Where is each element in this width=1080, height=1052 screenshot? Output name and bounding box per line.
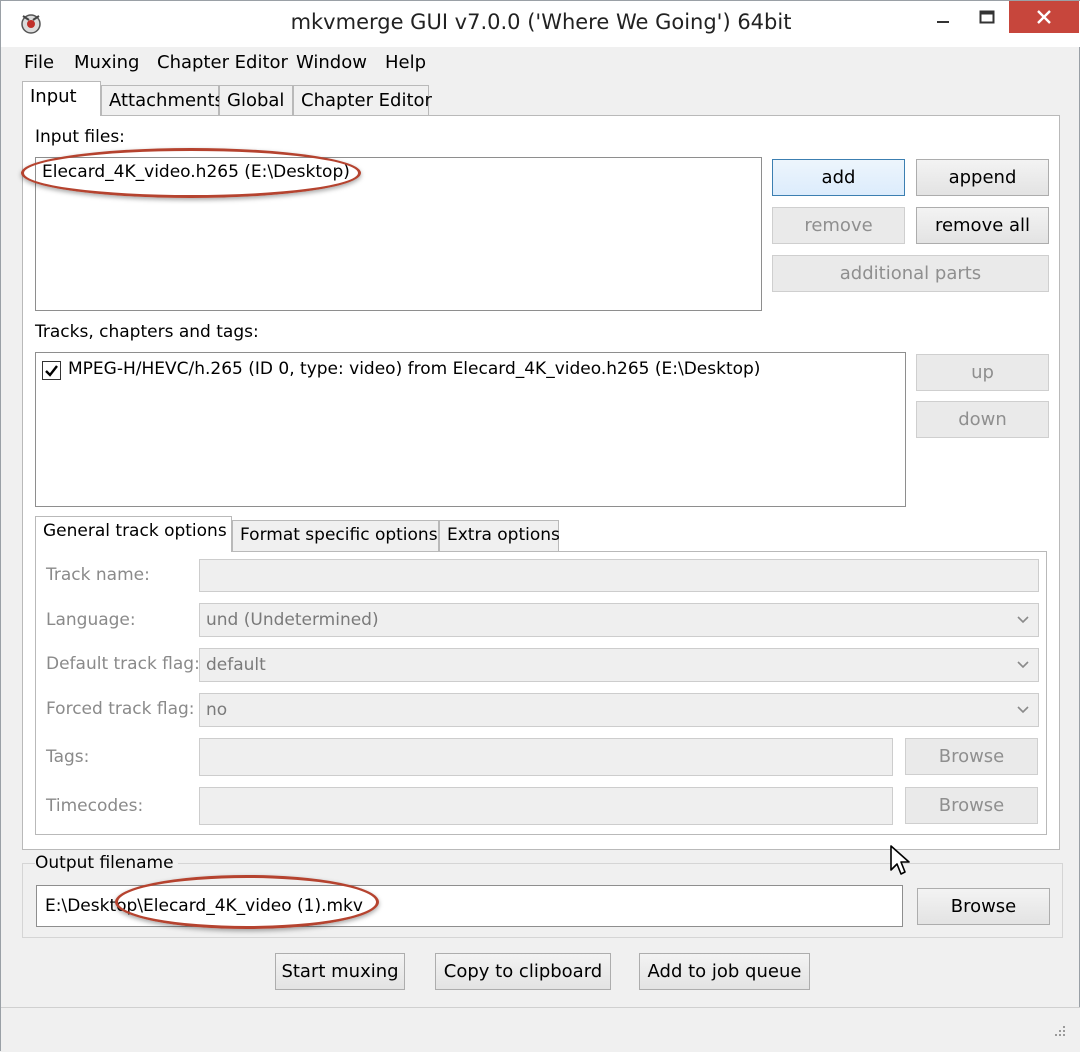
tab-chapter-editor[interactable]: Chapter Editor: [293, 85, 432, 115]
minimize-icon: [936, 10, 950, 24]
tab-extra-options[interactable]: Extra options: [439, 520, 560, 551]
default-track-flag-label: Default track flag:: [46, 654, 200, 674]
input-files-label: Input files:: [35, 127, 125, 147]
main-window: mkvmerge GUI v7.0.0 ('Where We Going') 6…: [0, 0, 1080, 1052]
highlight-circle-output-file: [115, 875, 379, 929]
chevron-down-icon: [1017, 661, 1029, 669]
close-button[interactable]: [1009, 1, 1079, 33]
remove-button[interactable]: remove: [772, 207, 905, 244]
minimize-button[interactable]: [921, 1, 965, 33]
start-muxing-button[interactable]: Start muxing: [275, 953, 405, 990]
add-button[interactable]: add: [772, 159, 905, 196]
timecodes-label: Timecodes:: [46, 796, 144, 816]
tracks-list[interactable]: MPEG-H/HEVC/h.265 (ID 0, type: video) fr…: [35, 352, 906, 507]
tab-global[interactable]: Global: [219, 85, 293, 115]
default-track-flag-value: default: [206, 655, 266, 675]
resize-grip-icon[interactable]: [1049, 1022, 1067, 1040]
forced-track-flag-label: Forced track flag:: [46, 699, 195, 719]
status-bar: [1, 1007, 1080, 1052]
menu-file[interactable]: File: [24, 52, 54, 73]
mouse-cursor-icon: [890, 845, 910, 875]
tab-input[interactable]: Input: [22, 81, 101, 116]
chevron-down-icon: [1017, 706, 1029, 714]
additional-parts-button[interactable]: additional parts: [772, 255, 1049, 292]
output-browse-button[interactable]: Browse: [917, 888, 1050, 925]
tags-browse-button[interactable]: Browse: [905, 738, 1038, 775]
menu-help[interactable]: Help: [385, 52, 426, 73]
default-track-flag-select[interactable]: default: [199, 648, 1039, 682]
track-name-label: Track name:: [46, 565, 150, 585]
append-button[interactable]: append: [916, 159, 1049, 196]
track-checkbox[interactable]: [42, 361, 61, 380]
forced-track-flag-select[interactable]: no: [199, 693, 1039, 727]
menu-muxing[interactable]: Muxing: [74, 52, 139, 73]
down-button[interactable]: down: [916, 401, 1049, 438]
copy-to-clipboard-button[interactable]: Copy to clipboard: [435, 953, 611, 990]
track-item-label[interactable]: MPEG-H/HEVC/h.265 (ID 0, type: video) fr…: [68, 359, 760, 379]
up-button[interactable]: up: [916, 354, 1049, 391]
menu-chapter-editor[interactable]: Chapter Editor: [157, 52, 288, 73]
close-icon: [1036, 9, 1052, 25]
language-select[interactable]: und (Undetermined): [199, 603, 1039, 637]
highlight-circle-input-file: [21, 148, 361, 198]
maximize-button[interactable]: [965, 1, 1009, 33]
track-name-input[interactable]: [199, 559, 1039, 592]
tab-general-track-options[interactable]: General track options: [35, 516, 232, 552]
tags-label: Tags:: [46, 747, 90, 767]
menu-window[interactable]: Window: [296, 52, 367, 73]
checkmark-icon: [45, 365, 58, 377]
window-title: mkvmerge GUI v7.0.0 ('Where We Going') 6…: [290, 10, 792, 34]
menu-bar: File Muxing Chapter Editor Window Help: [1, 47, 1080, 79]
maximize-icon: [979, 10, 995, 24]
tags-input[interactable]: [199, 738, 893, 776]
output-filename-label: Output filename: [35, 853, 178, 873]
chevron-down-icon: [1017, 616, 1029, 624]
remove-all-button[interactable]: remove all: [916, 207, 1049, 244]
title-bar[interactable]: mkvmerge GUI v7.0.0 ('Where We Going') 6…: [1, 1, 1080, 47]
language-label: Language:: [46, 610, 136, 630]
timecodes-input[interactable]: [199, 787, 893, 825]
tab-format-specific-options[interactable]: Format specific options: [232, 520, 439, 551]
timecodes-browse-button[interactable]: Browse: [905, 787, 1038, 824]
add-to-job-queue-button[interactable]: Add to job queue: [639, 953, 810, 990]
tracks-label: Tracks, chapters and tags:: [35, 322, 259, 342]
forced-track-flag-value: no: [206, 700, 228, 720]
language-select-value: und (Undetermined): [206, 610, 379, 630]
tab-attachments[interactable]: Attachments: [101, 85, 224, 115]
